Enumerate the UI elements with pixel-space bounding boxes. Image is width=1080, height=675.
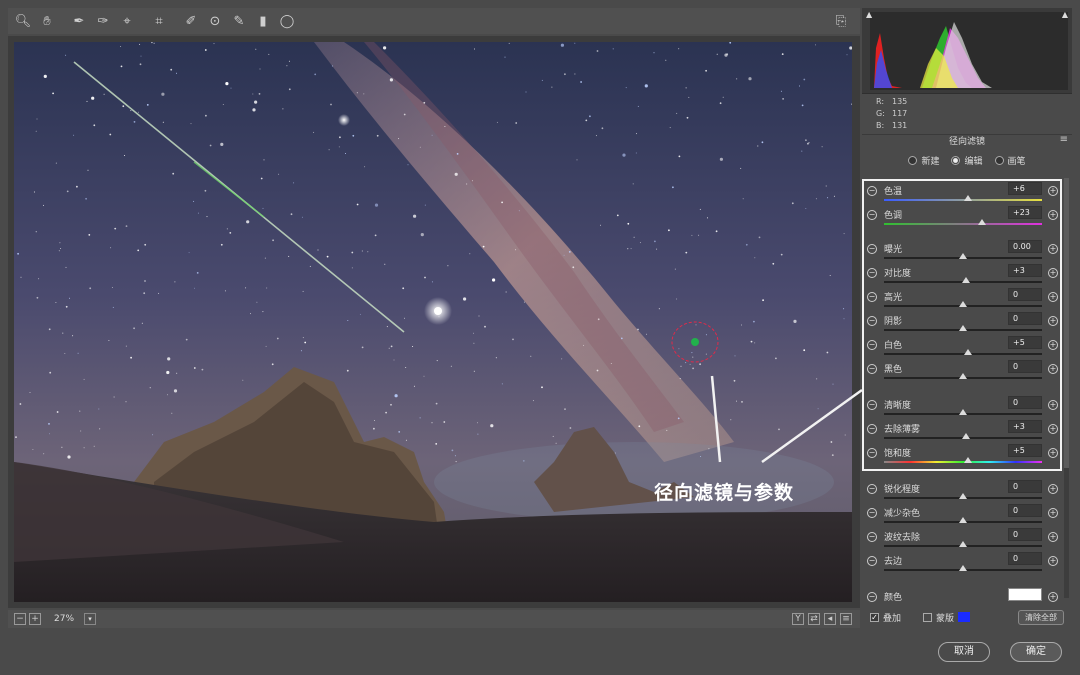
status-bar: − + 27% ▾ Y ⇄ ◂ ≡ bbox=[8, 610, 860, 628]
shadow-clip-icon[interactable]: ▲ bbox=[866, 10, 872, 19]
increase-icon[interactable]: + bbox=[1048, 532, 1058, 542]
slider-thumb[interactable] bbox=[959, 517, 967, 523]
slider-thumb[interactable] bbox=[959, 565, 967, 571]
slider-label: 减少杂色 bbox=[884, 509, 921, 519]
color-label: 颜色 bbox=[884, 593, 903, 603]
adjustment-panel: ▲ ▲ R: 135 G: 117 B: 131 径向滤镜 ≡ 新建 编辑 画笔 − 色温 +… bbox=[862, 8, 1072, 628]
mode-option[interactable]: 画笔 bbox=[994, 154, 1026, 167]
overlay-checkbox[interactable]: ✓ bbox=[870, 612, 879, 622]
radio-icon[interactable] bbox=[994, 156, 1004, 165]
image-canvas[interactable] bbox=[8, 36, 860, 608]
overlay-options: ✓ 叠加 蒙版 清除全部 bbox=[862, 608, 1072, 626]
clear-all-button[interactable]: 清除全部 bbox=[1018, 609, 1064, 625]
slider-thumb[interactable] bbox=[959, 493, 967, 499]
increase-icon[interactable]: + bbox=[1048, 484, 1058, 494]
mode-option[interactable]: 新建 bbox=[908, 154, 939, 167]
slider-label: 锐化程度 bbox=[884, 485, 921, 495]
mode-label: 新建 bbox=[921, 157, 940, 167]
white-balance-icon[interactable]: ✒ bbox=[68, 10, 90, 32]
decrease-icon[interactable]: − bbox=[867, 556, 877, 566]
zoom-dropdown[interactable]: ▾ bbox=[84, 613, 97, 625]
zoom-in-button[interactable]: + bbox=[29, 613, 41, 625]
zoom-level: 27% bbox=[54, 614, 75, 624]
decrease-icon[interactable]: − bbox=[867, 532, 877, 542]
toolbar: 🔍︎ ✋︎ ✒ ✑ ⌖ ⌗ ✐ ⊙ ✎ ▮ ◯ ⎘ bbox=[8, 8, 860, 34]
rgb-readout: R: 135 G: 117 B: 131 bbox=[876, 97, 908, 130]
mode-label: 画笔 bbox=[1007, 157, 1026, 167]
zoom-icon[interactable]: 🔍︎ bbox=[12, 10, 34, 32]
radial-filter-icon[interactable]: ◯ bbox=[276, 10, 298, 32]
spot-removal-icon[interactable]: ✐ bbox=[180, 10, 202, 32]
mask-color-swatch[interactable] bbox=[958, 612, 971, 622]
g-value: 117 bbox=[892, 109, 908, 118]
slider-value-field[interactable]: 0 bbox=[1008, 528, 1042, 541]
swap-icon[interactable]: ⇄ bbox=[808, 613, 820, 625]
color-swatch[interactable] bbox=[1008, 588, 1042, 601]
decrease-icon[interactable]: − bbox=[867, 592, 877, 602]
color-sampler-icon[interactable]: ✑ bbox=[92, 10, 114, 32]
crop-icon[interactable]: ⌗ bbox=[148, 10, 170, 32]
slider-row: − 锐化程度 0 + bbox=[862, 480, 1062, 504]
highlight-box bbox=[862, 179, 1062, 471]
copy-settings-icon[interactable]: ◂ bbox=[824, 613, 836, 625]
view-controls: Y ⇄ ◂ ≡ bbox=[792, 613, 856, 625]
b-value: 131 bbox=[892, 121, 908, 130]
ok-button[interactable]: 确定 bbox=[1010, 642, 1062, 662]
decrease-icon[interactable]: − bbox=[867, 508, 877, 518]
panel-scrollbar[interactable] bbox=[1064, 178, 1069, 598]
decrease-icon[interactable]: − bbox=[867, 484, 877, 494]
photo-preview[interactable] bbox=[14, 42, 852, 602]
graduated-filter-icon[interactable]: ▮ bbox=[252, 10, 274, 32]
slider-value-field[interactable]: 0 bbox=[1008, 552, 1042, 565]
target-adjust-icon[interactable]: ⌖ bbox=[116, 10, 138, 32]
mask-checkbox[interactable] bbox=[923, 612, 933, 622]
slider-thumb[interactable] bbox=[959, 541, 967, 547]
scroll-thumb[interactable] bbox=[1064, 178, 1069, 468]
red-eye-icon[interactable]: ⊙ bbox=[204, 10, 226, 32]
slider-row: − 减少杂色 0 + bbox=[862, 504, 1062, 528]
overlay-label: 叠加 bbox=[883, 613, 902, 624]
radio-icon[interactable] bbox=[951, 156, 961, 165]
export-icon[interactable]: ⎘ bbox=[830, 10, 852, 32]
radio-icon[interactable] bbox=[908, 156, 918, 165]
slider-label: 去边 bbox=[884, 557, 903, 567]
hand-icon[interactable]: ✋︎ bbox=[36, 10, 58, 32]
slider-value-field[interactable]: 0 bbox=[1008, 480, 1042, 493]
cancel-button[interactable]: 取消 bbox=[938, 642, 990, 662]
mask-label: 蒙版 bbox=[936, 613, 955, 624]
annotation-text: 径向滤镜与参数 bbox=[654, 482, 795, 504]
highlight-clip-icon[interactable]: ▲ bbox=[1062, 10, 1068, 19]
camera-raw-window: 🔍︎ ✋︎ ✒ ✑ ⌖ ⌗ ✐ ⊙ ✎ ▮ ◯ ⎘ − + 27% ▾ Y ⇄ … bbox=[0, 0, 1080, 675]
r-value: 135 bbox=[892, 97, 908, 106]
panel-menu-icon[interactable]: ≡ bbox=[1060, 135, 1068, 145]
slider-value-field[interactable]: 0 bbox=[1008, 504, 1042, 517]
preferences-icon[interactable]: ≡ bbox=[840, 613, 852, 625]
mode-option[interactable]: 编辑 bbox=[951, 154, 983, 167]
slider-label: 波纹去除 bbox=[884, 533, 921, 543]
zoom-out-button[interactable]: − bbox=[14, 613, 26, 625]
brush-icon[interactable]: ✎ bbox=[228, 10, 250, 32]
histogram: ▲ ▲ bbox=[862, 8, 1072, 94]
slider-row: − 波纹去除 0 + bbox=[862, 528, 1062, 552]
before-after-icon[interactable]: Y bbox=[792, 613, 804, 625]
increase-icon[interactable]: + bbox=[1048, 508, 1058, 518]
mode-selector: 新建 编辑 画笔 bbox=[862, 154, 1072, 167]
mode-label: 编辑 bbox=[964, 157, 983, 167]
increase-icon[interactable]: + bbox=[1048, 556, 1058, 566]
slider-row: − 去边 0 + bbox=[862, 552, 1062, 576]
panel-title: 径向滤镜 bbox=[862, 134, 1072, 148]
increase-icon[interactable]: + bbox=[1048, 592, 1058, 602]
